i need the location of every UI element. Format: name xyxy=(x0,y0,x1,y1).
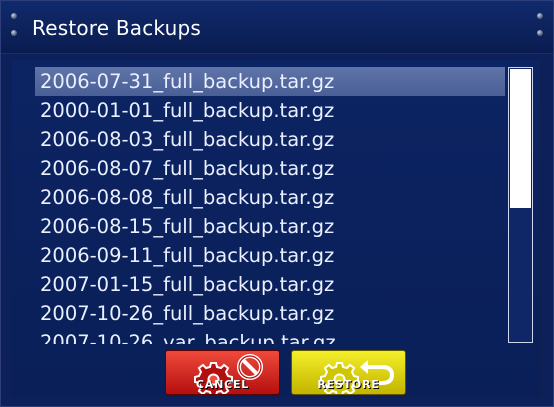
dialog-title: Restore Backups xyxy=(32,16,201,40)
backup-list-item[interactable]: 2007-10-26_full_backup.tar.gz xyxy=(35,299,505,328)
scrollbar-thumb[interactable] xyxy=(510,69,531,208)
backup-list-item[interactable]: 2006-08-15_full_backup.tar.gz xyxy=(35,212,505,241)
backup-list-item[interactable]: 2006-09-11_full_backup.tar.gz xyxy=(35,241,505,270)
screw-icon xyxy=(11,13,17,19)
cancel-button[interactable]: CANCEL xyxy=(165,350,280,395)
backup-list-item[interactable]: 2007-10-26_var_backup.tar.gz xyxy=(35,328,505,344)
backup-list-item[interactable]: 2006-07-31_full_backup.tar.gz xyxy=(35,67,505,96)
screw-icon xyxy=(11,30,17,36)
backup-list-item[interactable]: 2006-08-08_full_backup.tar.gz xyxy=(35,183,505,212)
scrollbar[interactable] xyxy=(508,67,533,343)
screw-icon xyxy=(537,30,543,36)
backup-list[interactable]: 2006-07-31_full_backup.tar.gz 2000-01-01_… xyxy=(35,67,505,344)
screw-icon xyxy=(537,13,543,19)
cancel-button-label: CANCEL xyxy=(195,378,250,391)
title-bar: Restore Backups xyxy=(1,1,553,54)
backup-list-item[interactable]: 2006-08-07_full_backup.tar.gz xyxy=(35,154,505,183)
backup-list-item[interactable]: 2000-01-01_full_backup.tar.gz xyxy=(35,96,505,125)
backup-list-item[interactable]: 2007-01-15_full_backup.tar.gz xyxy=(35,270,505,299)
backup-list-item[interactable]: 2006-08-03_full_backup.tar.gz xyxy=(35,125,505,154)
restore-backups-dialog: Restore Backups 2006-07-31_full_backup.t… xyxy=(0,0,554,407)
restore-button[interactable]: RESTORE xyxy=(291,350,406,395)
restore-button-label: RESTORE xyxy=(317,378,380,391)
